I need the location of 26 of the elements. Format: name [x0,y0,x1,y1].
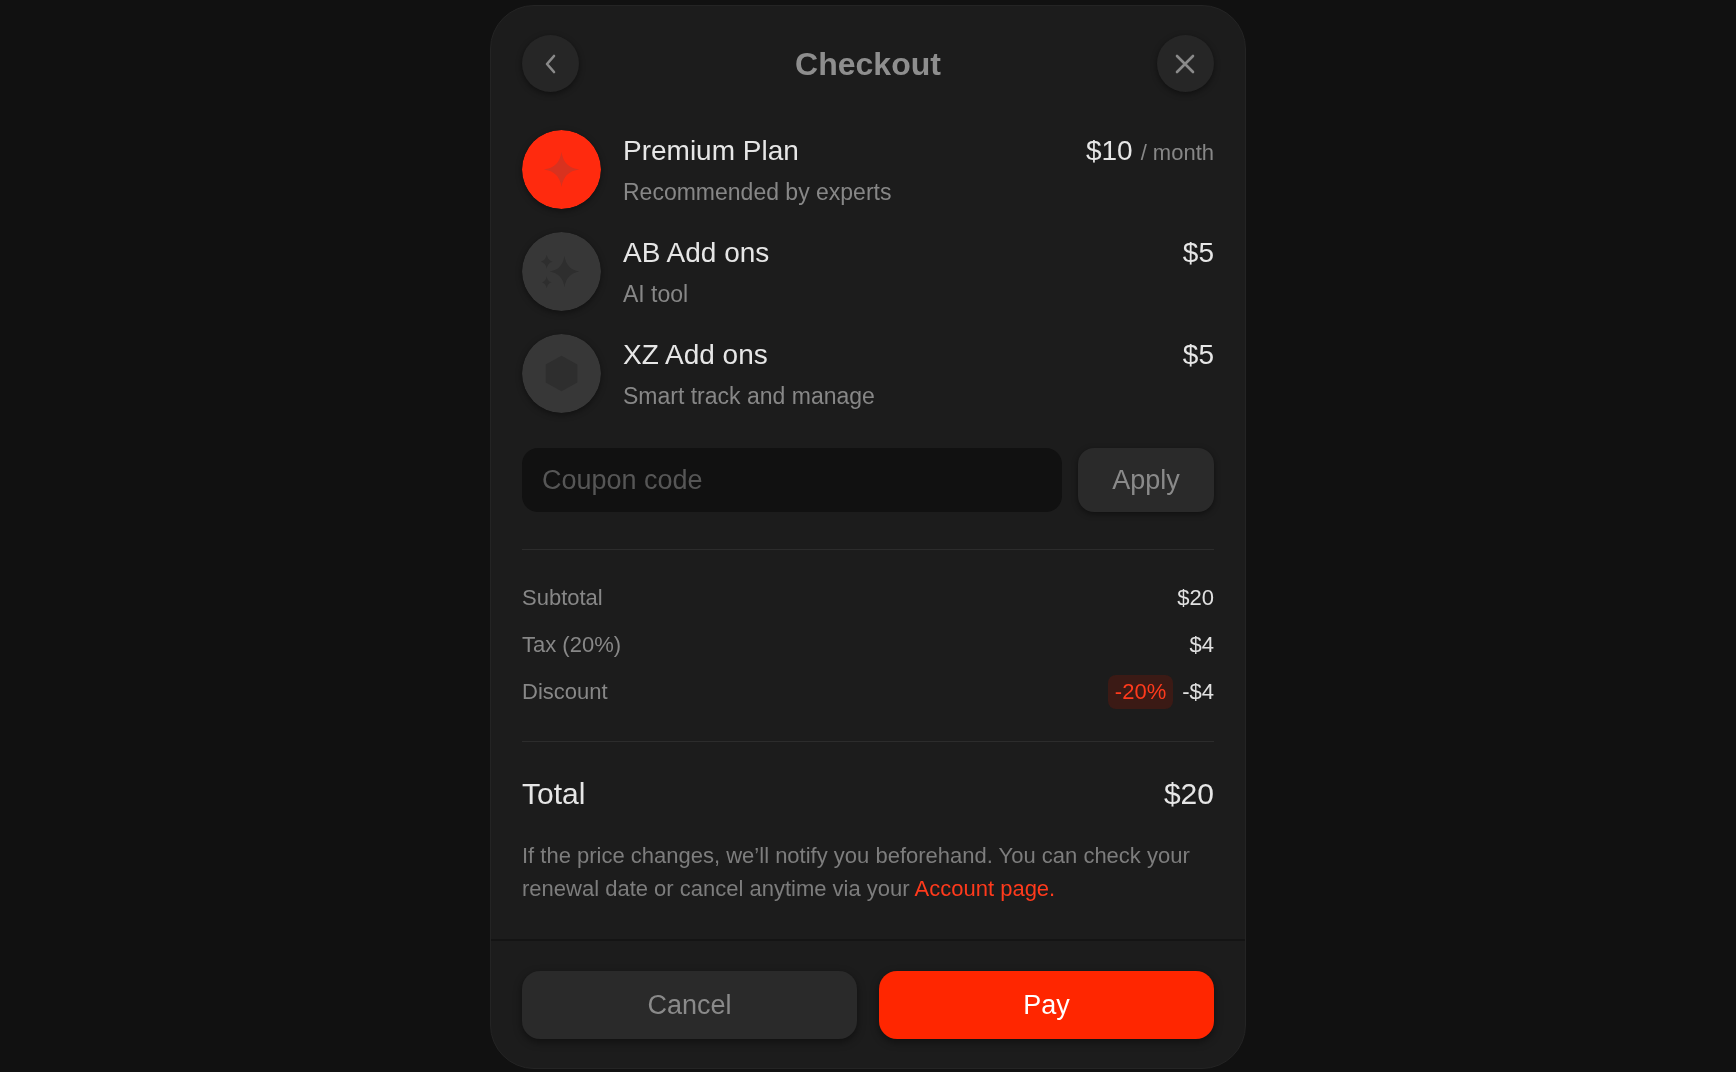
summary-value: $20 [1177,585,1214,611]
item-price: $5 [1182,236,1214,270]
summary-value: -$4 [1182,679,1214,705]
summary-value: $4 [1189,632,1214,658]
item-price: $5 [1182,338,1214,372]
discount-badge: -20% [1107,675,1174,709]
note-text: If the price changes, we’ll notify you beforehand. You can check your renewal date or cancel anytime via your Account page. [522,842,1191,903]
item-price: $10 [1085,134,1133,168]
summary-label: Discount [522,679,608,705]
summary-label: Tax (20%) [522,632,622,658]
account-page-link[interactable]: Account page. [914,876,1056,901]
item-description: Recommended by experts [623,178,892,207]
coupon-field[interactable]: Coupon code [522,448,1062,512]
price-period: / month [1140,139,1214,167]
dialog-title: Checkout [795,44,941,84]
pay-button[interactable]: Pay [879,971,1214,1039]
item-name: XZ Add ons [623,338,768,372]
item-description: Smart track and manage [623,382,875,411]
item-description: AI tool [623,280,689,309]
item-name: Premium Plan [623,134,799,168]
total-value: $20 [1163,777,1214,811]
total-label: Total [522,777,586,811]
summary-label: Subtotal [522,585,603,611]
apply-button[interactable]: Apply [1078,448,1214,512]
cancel-button[interactable]: Cancel [522,971,857,1039]
item-name: AB Add ons [623,236,770,270]
